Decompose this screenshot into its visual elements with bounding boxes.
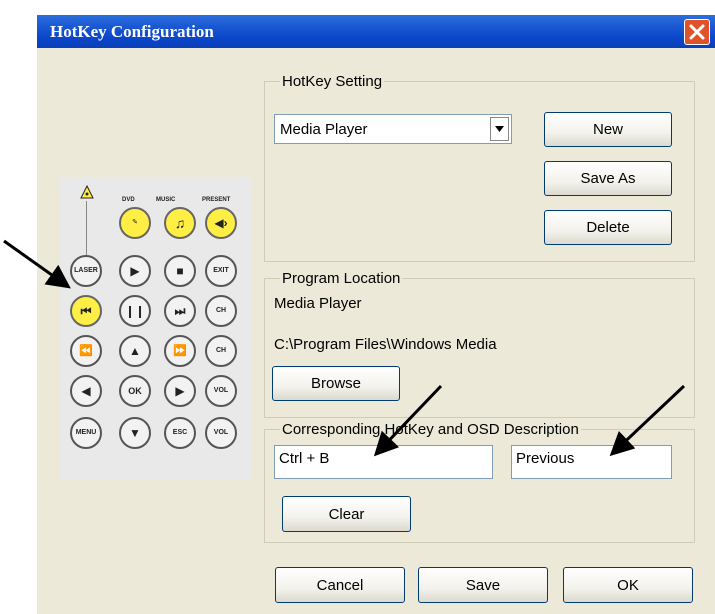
arrow-to-previous-button: [3, 239, 71, 289]
arrow-to-hotkey-field: [373, 384, 443, 457]
annotation-arrows: [3, 239, 686, 457]
arrow-to-osd-field: [609, 384, 686, 457]
